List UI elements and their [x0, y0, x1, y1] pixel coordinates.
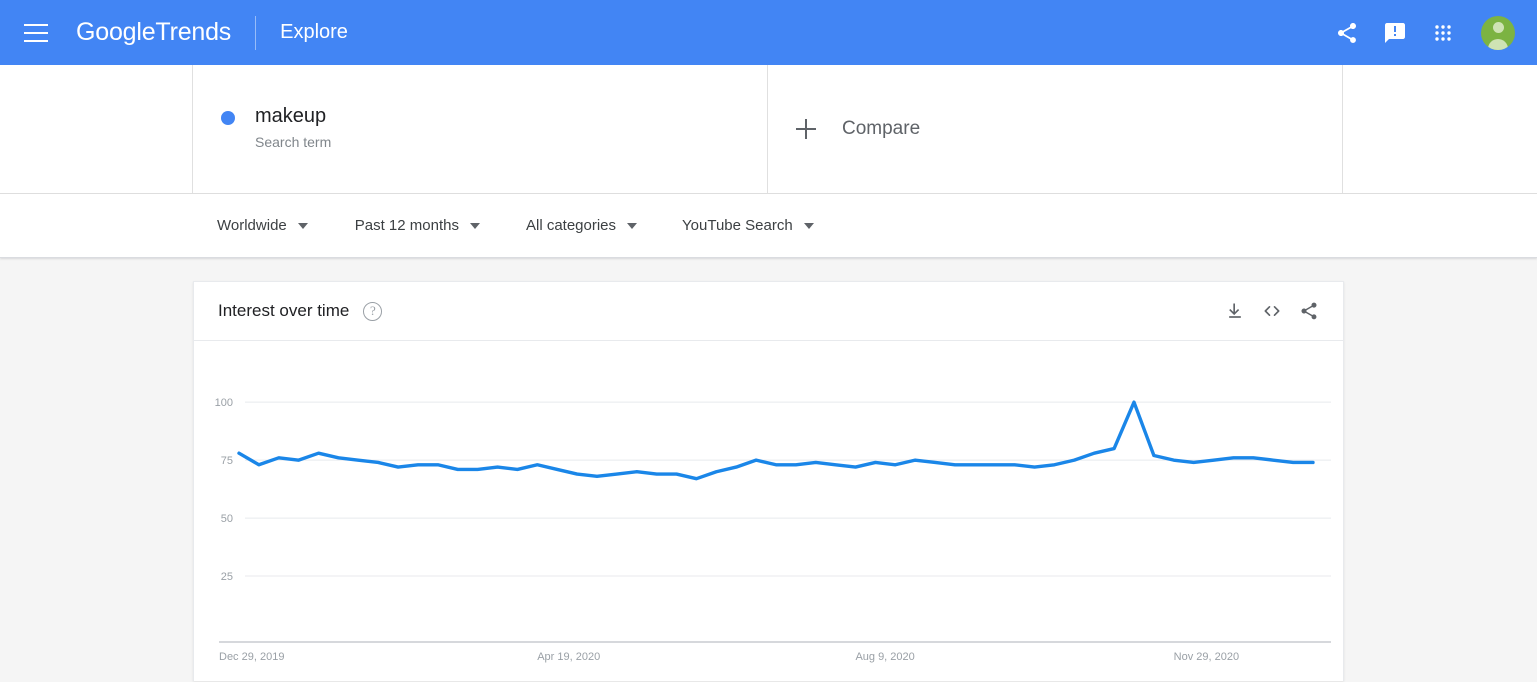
chevron-down-icon [469, 222, 480, 229]
svg-text:Aug 9, 2020: Aug 9, 2020 [855, 651, 914, 663]
embed-code-icon[interactable] [1261, 301, 1283, 321]
filter-time-range[interactable]: Past 12 months [355, 217, 480, 234]
svg-text:100: 100 [215, 397, 233, 409]
search-term-text: makeup Search term [255, 103, 331, 150]
apps-grid-icon[interactable] [1419, 9, 1467, 57]
help-circle-icon[interactable]: ? [363, 301, 383, 321]
page-title: Interest over time [218, 301, 350, 320]
avatar-head [1492, 21, 1504, 33]
filter-category[interactable]: All categories [525, 217, 638, 234]
svg-text:Dec 29, 2019: Dec 29, 2019 [219, 651, 284, 663]
search-terms-row: makeup Search term Compare [0, 65, 1537, 194]
avatar-body [1488, 38, 1508, 50]
plus-icon [796, 119, 816, 139]
svg-text:25: 25 [221, 571, 233, 583]
filter-category-label: All categories [525, 217, 617, 234]
search-term-name: makeup [255, 105, 327, 127]
top-app-bar: GoogleTrends Explore [0, 0, 1537, 65]
search-term-type: Search term [255, 134, 332, 150]
filters-bar: Worldwide Past 12 months All categories … [0, 194, 1537, 258]
chevron-down-icon [803, 222, 814, 229]
svg-text:Apr 19, 2020: Apr 19, 2020 [537, 651, 600, 663]
hamburger-menu-icon[interactable] [24, 23, 48, 42]
chart-svg: 25 50 75 100 Dec 29, 2019 Apr 19, 2020 Aug 9, … [215, 397, 1331, 663]
brand-google: Google [76, 18, 156, 46]
appbar-actions [1323, 9, 1515, 57]
share-icon[interactable] [1299, 301, 1319, 321]
avatar-glyph [1481, 16, 1515, 50]
filter-location-label: Worldwide [217, 217, 287, 234]
terms-right-gutter [1343, 65, 1537, 193]
share-icon[interactable] [1323, 9, 1371, 57]
svg-text:Nov 29, 2020: Nov 29, 2020 [1174, 651, 1239, 663]
filter-time-range-label: Past 12 months [354, 217, 459, 234]
account-avatar[interactable] [1481, 15, 1515, 50]
card-actions [1225, 301, 1319, 321]
google-trends-logo[interactable]: GoogleTrends [76, 18, 231, 47]
svg-text:75: 75 [221, 455, 233, 467]
svg-text:50: 50 [221, 513, 233, 525]
card-header: Interest over time ? [194, 282, 1343, 341]
chevron-down-icon [627, 222, 638, 229]
interest-over-time-card: Interest over time ? 25 50 75 100 Dec 29… [193, 281, 1344, 681]
interest-over-time-chart[interactable]: 25 50 75 100 Dec 29, 2019 Apr 19, 2020 Aug 9, … [194, 341, 1343, 682]
filter-location[interactable]: Worldwide [217, 217, 308, 234]
brand-trends: Trends [155, 18, 232, 46]
terms-left-gutter [0, 65, 193, 193]
series-color-dot [221, 111, 235, 125]
filter-search-type[interactable]: YouTube Search [682, 217, 814, 234]
search-term-card[interactable]: makeup Search term [193, 65, 768, 193]
add-compare-button[interactable]: Compare [768, 65, 1343, 193]
appbar-divider [255, 15, 257, 50]
download-icon[interactable] [1225, 301, 1245, 321]
explore-title: Explore [280, 21, 348, 43]
chevron-down-icon [297, 222, 308, 229]
filter-search-type-label: YouTube Search [682, 217, 793, 234]
feedback-icon[interactable] [1371, 9, 1419, 57]
compare-label: Compare [842, 118, 921, 139]
